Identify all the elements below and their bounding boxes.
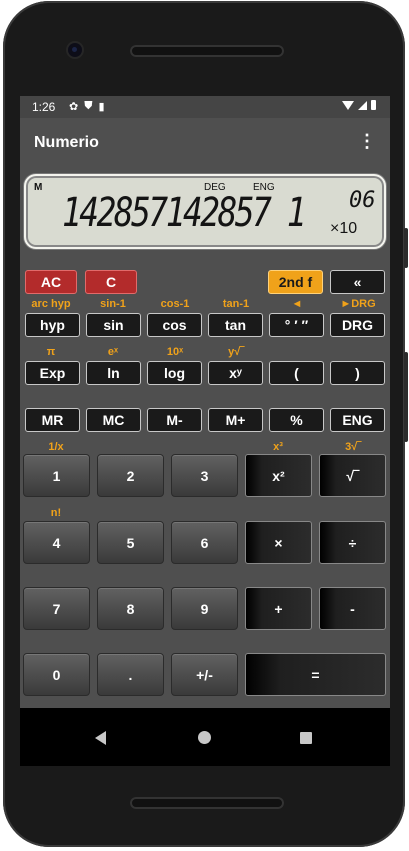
- screen: 1:26 ✿ ⛊ ▮ Numerio ⋮ M DEG ENG 142857142…: [20, 96, 390, 766]
- dms-button[interactable]: ° ′ ″: [269, 313, 324, 337]
- y-root-label: y√‾: [228, 346, 244, 358]
- negate-button[interactable]: +/-: [171, 653, 238, 696]
- mr-button[interactable]: MR: [25, 408, 80, 432]
- volume-button: [404, 228, 408, 268]
- shield-icon: ⛊: [84, 100, 93, 112]
- sin-inverse-label: sin-1: [100, 298, 126, 310]
- digit-0-button[interactable]: 0: [23, 653, 90, 696]
- status-bar: 1:26 ✿ ⛊ ▮: [20, 96, 390, 118]
- m-minus-button[interactable]: M-: [147, 408, 202, 432]
- multiply-button[interactable]: ×: [245, 521, 312, 564]
- right-paren-button[interactable]: ): [330, 361, 385, 385]
- tan-button[interactable]: tan: [208, 313, 263, 337]
- lcd-display: M DEG ENG 142857142857 1 06 ×10: [24, 174, 386, 249]
- display-value: 142857142857 1: [62, 190, 306, 236]
- battery-icon: [371, 100, 376, 110]
- digit-6-button[interactable]: 6: [171, 521, 238, 564]
- tan-inverse-label: tan-1: [222, 298, 250, 310]
- gear-icon: ✿: [69, 101, 79, 113]
- front-camera: [68, 43, 82, 57]
- back-icon[interactable]: [95, 731, 106, 745]
- digit-1-button[interactable]: 1: [23, 454, 90, 497]
- square-button[interactable]: x²: [245, 454, 312, 497]
- digit-7-button[interactable]: 7: [23, 587, 90, 630]
- left-paren-button[interactable]: (: [269, 361, 324, 385]
- hyp-button[interactable]: hyp: [25, 313, 80, 337]
- square-root-button[interactable]: √‾: [319, 454, 386, 497]
- status-icons: ✿ ⛊ ▮: [69, 100, 105, 113]
- signal-icon: [358, 100, 367, 110]
- divide-button[interactable]: ÷: [319, 521, 386, 564]
- display-exponent: 06: [349, 188, 376, 213]
- display-times-ten: ×10: [330, 220, 358, 237]
- top-speaker: [130, 45, 284, 57]
- ten-power-label: 10ˣ: [166, 346, 184, 358]
- bottom-speaker: [130, 797, 284, 809]
- status-time: 1:26: [32, 100, 56, 114]
- app-title: Numerio: [34, 134, 99, 151]
- to-drg-label: ►DRG: [340, 298, 376, 310]
- digit-5-button[interactable]: 5: [97, 521, 164, 564]
- overflow-menu-icon[interactable]: ⋮: [358, 132, 376, 150]
- pi-label: π: [46, 346, 56, 358]
- ln-button[interactable]: ln: [86, 361, 141, 385]
- cos-button[interactable]: cos: [147, 313, 202, 337]
- m-plus-button[interactable]: M+: [208, 408, 263, 432]
- wifi-icon: [342, 100, 354, 110]
- power-button-key[interactable]: xʸ: [208, 361, 263, 385]
- backspace-button[interactable]: «: [330, 270, 385, 294]
- clear-button[interactable]: C: [85, 270, 137, 294]
- sd-card-icon: ▮: [98, 101, 105, 113]
- exp-button[interactable]: Exp: [25, 361, 80, 385]
- equals-button[interactable]: =: [245, 653, 386, 696]
- factorial-label: n!: [50, 507, 62, 519]
- add-button[interactable]: +: [245, 587, 312, 630]
- digit-9-button[interactable]: 9: [171, 587, 238, 630]
- e-power-label: eˣ: [107, 346, 119, 358]
- arc-hyp-label: arc hyp: [31, 298, 71, 310]
- digit-4-button[interactable]: 4: [23, 521, 90, 564]
- memory-indicator: M: [34, 182, 43, 193]
- log-button[interactable]: log: [147, 361, 202, 385]
- power-button: [404, 352, 408, 442]
- ac-button[interactable]: AC: [25, 270, 77, 294]
- recents-icon[interactable]: [300, 732, 312, 744]
- cos-inverse-label: cos-1: [160, 298, 190, 310]
- drg-button[interactable]: DRG: [330, 313, 385, 337]
- decimal-button[interactable]: .: [97, 653, 164, 696]
- digit-3-button[interactable]: 3: [171, 454, 238, 497]
- app-bar: Numerio ⋮: [20, 118, 390, 168]
- keypad: AC C 2nd f « arc hyp sin-1 cos-1 tan-1 ◄…: [20, 251, 390, 706]
- cube-root-label: 3√‾: [345, 441, 361, 453]
- eng-button[interactable]: ENG: [330, 408, 385, 432]
- navigation-bar: [20, 708, 390, 766]
- home-icon[interactable]: [198, 731, 211, 744]
- digit-2-button[interactable]: 2: [97, 454, 164, 497]
- subtract-button[interactable]: -: [319, 587, 386, 630]
- sin-button[interactable]: sin: [86, 313, 141, 337]
- reciprocal-label: 1/x: [48, 441, 64, 453]
- percent-button[interactable]: %: [269, 408, 324, 432]
- mc-button[interactable]: MC: [86, 408, 141, 432]
- cube-label: x³: [273, 441, 283, 453]
- system-indicators: [342, 100, 376, 110]
- digit-8-button[interactable]: 8: [97, 587, 164, 630]
- dms-back-label: ◄: [291, 298, 303, 310]
- second-function-button[interactable]: 2nd f: [268, 270, 323, 294]
